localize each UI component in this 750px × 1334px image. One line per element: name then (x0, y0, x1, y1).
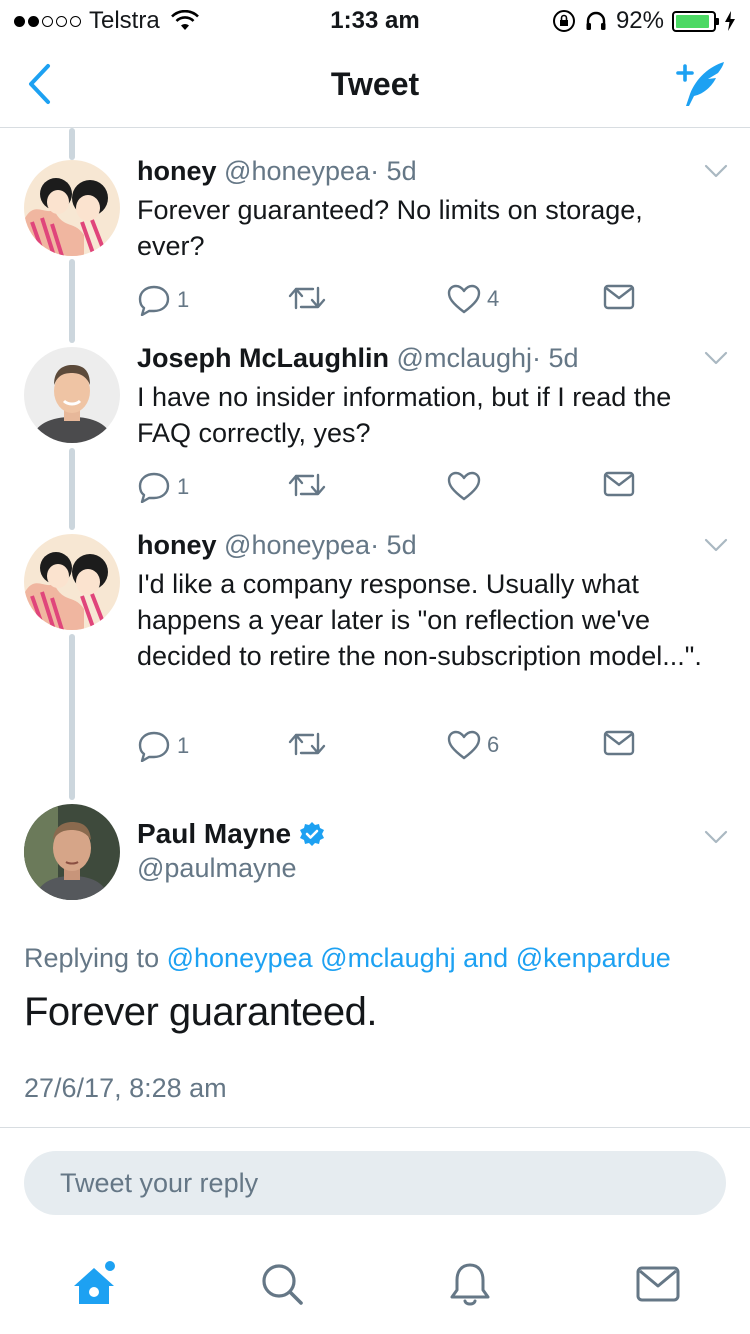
navigation-bar: Tweet (0, 40, 750, 128)
avatar-illustration (24, 534, 120, 630)
author-handle[interactable]: @paulmayne (137, 853, 297, 884)
status-bar: Telstra 1:33 am 92% (0, 0, 750, 40)
divider (0, 1127, 750, 1128)
home-icon[interactable] (70, 1260, 118, 1308)
thread-tweet[interactable]: honey @honeypea· 5d Forever guaranteed? … (0, 156, 750, 326)
chevron-down-icon[interactable] (704, 164, 728, 178)
avatar-illustration (24, 160, 120, 256)
verified-badge-icon (300, 822, 325, 846)
tweet-text: Forever guaranteed? No limits on storage… (137, 195, 643, 261)
reply-count: 1 (177, 733, 190, 758)
reply-count: 1 (177, 287, 190, 312)
tweet-age: · 5d (532, 343, 579, 373)
tweet-text: I'd like a company response. Usually wha… (137, 569, 702, 671)
retweet-icon (288, 286, 326, 310)
thread-tweet[interactable]: Joseph McLaughlin @mclaughj· 5d I have n… (0, 343, 750, 513)
tweet-actions: 1 6 (137, 730, 657, 766)
author-handle[interactable]: @honeypea (224, 530, 370, 560)
orientation-lock-icon (552, 10, 575, 32)
dm-button[interactable] (603, 471, 635, 497)
mention-link[interactable]: @mclaughj (320, 943, 455, 973)
search-icon[interactable] (258, 1260, 306, 1308)
battery-fill (676, 14, 710, 28)
like-count: 6 (487, 732, 500, 757)
envelope-icon (603, 471, 635, 497)
avatar[interactable] (24, 534, 120, 630)
author-name[interactable]: Joseph McLaughlin (137, 343, 389, 373)
like-count: 4 (487, 286, 500, 311)
author-name[interactable]: Paul Mayne (137, 818, 291, 850)
avatar[interactable] (24, 347, 120, 443)
envelope-icon[interactable] (634, 1260, 682, 1308)
reply-button[interactable]: 1 (137, 471, 189, 503)
reply-button[interactable]: 1 (137, 730, 189, 762)
avatar-photo (24, 347, 120, 443)
author-handle[interactable]: @mclaughj (397, 343, 532, 373)
compose-tweet-icon[interactable] (674, 60, 728, 108)
reply-button[interactable]: 1 (137, 284, 189, 316)
tweet-header: honey @honeypea· 5d (137, 530, 417, 561)
reply-count: 1 (177, 474, 190, 499)
envelope-icon (603, 730, 635, 756)
author-name[interactable]: honey (137, 530, 217, 560)
battery-icon (672, 10, 719, 32)
tab-bar (0, 1240, 750, 1334)
mention-and[interactable]: and (463, 943, 508, 973)
like-button[interactable] (447, 471, 481, 501)
mention-link[interactable]: @honeypea (167, 943, 313, 973)
envelope-icon (603, 284, 635, 310)
dm-button[interactable] (603, 730, 635, 756)
tweet-age: · 5d (370, 156, 417, 186)
page-title: Tweet (330, 66, 420, 102)
replying-prefix: Replying to (24, 943, 160, 973)
bell-icon[interactable] (446, 1260, 494, 1308)
battery-percent: 92% (615, 7, 664, 34)
status-right: 92% (552, 7, 736, 35)
reply-icon (138, 472, 170, 503)
mention-link[interactable]: @kenpardue (516, 943, 671, 973)
author-name-row: Paul Mayne (137, 818, 325, 850)
main-tweet-text: Forever guaranteed. (24, 990, 377, 1034)
chevron-down-icon[interactable] (704, 538, 728, 552)
thread-tweet[interactable]: honey @honeypea· 5d I'd like a company r… (0, 530, 750, 770)
reply-box[interactable] (24, 1151, 726, 1215)
reply-icon (138, 731, 170, 762)
heart-icon (447, 471, 481, 501)
like-button[interactable]: 4 (447, 284, 499, 314)
reply-icon (138, 285, 170, 316)
replying-to: Replying to @honeypea @mclaughj and @ken… (24, 943, 671, 974)
dm-button[interactable] (603, 284, 635, 310)
charging-bolt-icon (725, 11, 735, 31)
tweet-header: Joseph McLaughlin @mclaughj· 5d (137, 343, 579, 374)
chevron-down-icon[interactable] (704, 830, 728, 844)
reply-input[interactable] (24, 1151, 726, 1215)
tweet-age: · 5d (370, 530, 417, 560)
retweet-button[interactable] (287, 284, 327, 312)
retweet-button[interactable] (287, 471, 327, 499)
tweet-actions: 1 4 (137, 284, 657, 320)
heart-icon (447, 284, 481, 314)
like-button[interactable]: 6 (447, 730, 499, 760)
headphones-icon (586, 11, 606, 30)
retweet-icon (288, 473, 326, 497)
chevron-down-icon[interactable] (704, 351, 728, 365)
retweet-icon (288, 732, 326, 756)
heart-icon (447, 730, 481, 760)
avatar[interactable] (24, 804, 120, 900)
avatar[interactable] (24, 160, 120, 256)
avatar-photo (24, 804, 120, 900)
tweet-text: I have no insider information, but if I … (137, 382, 672, 448)
tweet-timestamp: 27/6/17, 8:28 am (24, 1073, 227, 1103)
retweet-button[interactable] (287, 730, 327, 758)
author-handle[interactable]: @honeypea (224, 156, 370, 186)
tweet-header: honey @honeypea· 5d (137, 156, 417, 187)
author-name[interactable]: honey (137, 156, 217, 186)
tweet-actions: 1 (137, 471, 657, 507)
